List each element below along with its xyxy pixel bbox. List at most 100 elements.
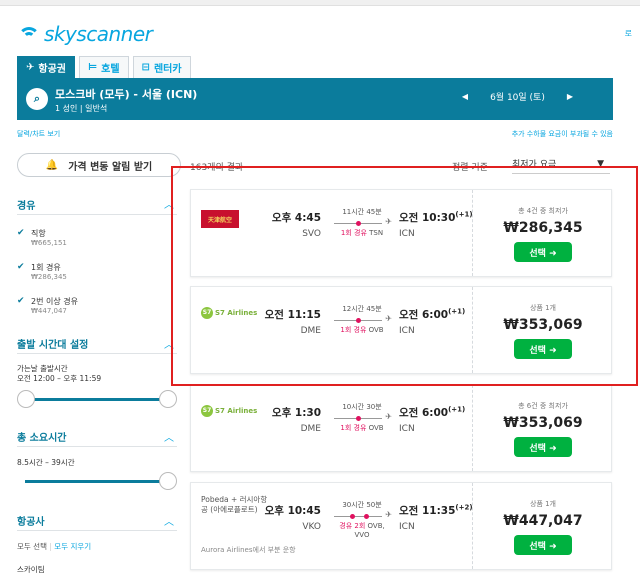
- stops-option-one[interactable]: ✔ 1회 경유 ₩286,345: [17, 262, 67, 281]
- departure-time-slider[interactable]: [17, 390, 177, 408]
- clear-all-link[interactable]: 모두 지우기: [54, 542, 91, 551]
- arrival: 오전 11:35(+2) ICN: [399, 503, 473, 533]
- via-airport: OVB,: [367, 522, 385, 530]
- tianjin-airlines-logo: 天津航空: [201, 210, 239, 228]
- search-summary-bar[interactable]: ⌕ 모스크바 (모두) - 서울 (ICN) 1 성인 | 일반석 ◀ 6월 1…: [17, 78, 613, 120]
- duration-filter-title[interactable]: 총 소요시간: [17, 429, 66, 444]
- result-card[interactable]: S7 S7 Airlines 오후 1:30 DME 10시간 30분 ✈ 1회 …: [190, 384, 612, 472]
- flight-path: 30시간 50분 ✈ 경유 2회 OVB, VVO: [334, 500, 392, 540]
- arrival-airport: ICN: [399, 326, 415, 336]
- divider: [17, 214, 177, 215]
- bell-icon: 🔔: [45, 159, 59, 171]
- results-count: 163개의 결과: [190, 163, 244, 173]
- sort-dropdown[interactable]: 최저가 요금 ▼: [512, 154, 610, 174]
- select-button[interactable]: 선택 ➜: [514, 242, 572, 262]
- price-alert-button[interactable]: 🔔 가격 변동 알림 받기: [17, 153, 181, 177]
- select-button[interactable]: 선택 ➜: [514, 437, 572, 457]
- search-icon[interactable]: ⌕: [26, 88, 48, 110]
- s7-logo-icon: S7: [201, 405, 213, 417]
- date-text: 6월 10일 (토): [490, 93, 545, 103]
- via-airport: OVB: [368, 326, 384, 334]
- price-area: 상품 1개 ₩447,047 선택 ➜: [473, 483, 613, 571]
- plane-icon: ✈: [26, 62, 35, 73]
- corner-link[interactable]: 로: [625, 28, 632, 39]
- times-sublabel: 가는날 출발시간: [17, 364, 68, 373]
- airline-select-controls: 모두 선택 | 모두 지우기: [17, 542, 92, 551]
- stop-dot: [356, 318, 361, 323]
- stops-option-two-plus[interactable]: ✔ 2번 이상 경유 ₩447,047: [17, 296, 78, 315]
- arrival: 오전 6:00(+1) ICN: [399, 307, 466, 337]
- tab-hotels[interactable]: ⊨ 호텔: [79, 56, 129, 78]
- result-card[interactable]: S7 S7 Airlines 오전 11:15 DME 12시간 45분 ✈ 1회…: [190, 286, 612, 374]
- stops-option-direct[interactable]: ✔ 직항 ₩665,151: [17, 228, 67, 247]
- price: ₩353,069: [503, 415, 583, 431]
- slider-handle-max[interactable]: [159, 472, 177, 490]
- times-filter-title[interactable]: 출발 시간대 설정: [17, 336, 88, 351]
- arrival-airport: ICN: [399, 229, 415, 239]
- plane-icon: ✈: [385, 412, 392, 421]
- prev-date-button[interactable]: ◀: [462, 92, 468, 101]
- stop-count: 1회 경유: [340, 326, 367, 334]
- duration-slider[interactable]: [17, 472, 177, 490]
- tab-car-rental[interactable]: ⊟ 렌터카: [132, 56, 191, 78]
- option-price: ₩447,047: [31, 307, 67, 315]
- stops-filter-title[interactable]: 경유: [17, 197, 35, 212]
- checkbox-checked-icon[interactable]: ✔: [17, 228, 31, 247]
- tab-flights[interactable]: ✈ 항공권: [17, 56, 75, 78]
- route-text: 모스크바 (모두) - 서울 (ICN): [55, 88, 198, 101]
- chevron-up-icon[interactable]: ︿: [164, 196, 174, 211]
- select-button[interactable]: 선택 ➜: [514, 535, 572, 555]
- divider: [17, 353, 177, 354]
- arrival-airport: ICN: [399, 424, 415, 434]
- stop-dot: [356, 416, 361, 421]
- day-offset: (+1): [448, 307, 466, 316]
- slider-track: [25, 480, 169, 483]
- airline-option[interactable]: 스카이팀: [17, 565, 45, 575]
- option-price: ₩665,151: [31, 239, 67, 247]
- select-all-link[interactable]: 모두 선택: [17, 542, 47, 551]
- browser-top-strip: [0, 0, 640, 6]
- price-alert-label: 가격 변동 알림 받기: [68, 161, 153, 173]
- slider-handle-max[interactable]: [159, 390, 177, 408]
- slider-handle-min[interactable]: [17, 390, 35, 408]
- arrival: 오전 10:30(+1) ICN: [399, 210, 473, 240]
- option-label: 1회 경유: [31, 263, 61, 272]
- bed-icon: ⊨: [88, 62, 98, 73]
- duration: 10시간 30분: [342, 403, 382, 411]
- tab-label: 호텔: [101, 64, 120, 75]
- checkbox-checked-icon[interactable]: ✔: [17, 296, 31, 315]
- departure: 오후 10:45 VKO: [251, 503, 321, 532]
- price: ₩286,345: [503, 220, 583, 236]
- skyscanner-logo[interactable]: skyscanner: [18, 22, 153, 46]
- duration: 12시간 45분: [342, 305, 382, 313]
- via-airport: TSN: [369, 229, 384, 237]
- product-tabs: ✈ 항공권 ⊨ 호텔 ⊟ 렌터카: [17, 56, 195, 78]
- arrival-time: 오전 6:00: [399, 309, 449, 321]
- result-card[interactable]: 天津航空 오후 4:45 SVO 11시간 45분 ✈ 1회 경유 TSN 오전…: [190, 189, 612, 277]
- day-offset: (+1): [448, 405, 466, 414]
- chevron-up-icon[interactable]: ︿: [164, 429, 174, 444]
- slider-track: [25, 398, 169, 401]
- via-airport: OVB: [368, 424, 384, 432]
- checkbox-checked-icon[interactable]: ✔: [17, 262, 31, 281]
- brand-name: skyscanner: [44, 22, 153, 46]
- next-date-button[interactable]: ▶: [567, 92, 573, 101]
- skyscanner-sunrise-icon: [18, 27, 40, 41]
- sort-label: 정렬 기준: [452, 163, 488, 173]
- departure: 오전 11:15 DME: [251, 307, 321, 336]
- departure-airport: DME: [300, 326, 321, 336]
- chevron-up-icon[interactable]: ︿: [164, 513, 174, 528]
- price: ₩353,069: [503, 317, 583, 333]
- select-button[interactable]: 선택 ➜: [514, 339, 572, 359]
- day-offset: (+1): [455, 210, 473, 219]
- departure: 오후 4:45 SVO: [251, 210, 321, 239]
- result-card[interactable]: Pobeda + 러시아항공 (아에로플로트) Aurora Airlines에…: [190, 482, 612, 570]
- fees-note-link[interactable]: 추가 수하물 요금이 부과될 수 있음: [512, 129, 613, 139]
- chevron-up-icon[interactable]: ︿: [164, 336, 174, 351]
- price: ₩447,047: [503, 513, 583, 529]
- price-area: 총 6건 중 최저가 ₩353,069 선택 ➜: [473, 385, 613, 473]
- airlines-filter-title[interactable]: 항공사: [17, 513, 45, 528]
- date-chart-link[interactable]: 달력/차트 보기: [17, 129, 60, 139]
- tab-label: 렌터카: [153, 64, 182, 75]
- arrival-time: 오전 10:30: [399, 212, 456, 224]
